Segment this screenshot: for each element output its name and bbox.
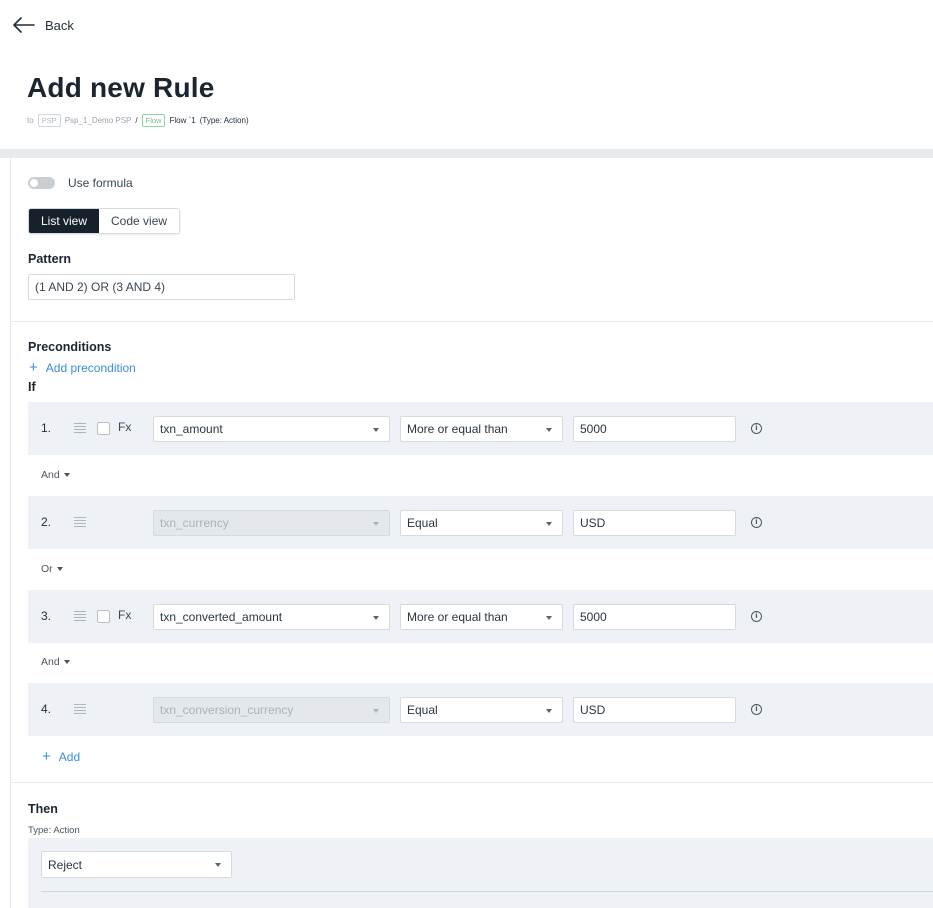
caret-down-icon xyxy=(373,709,379,713)
operator-select[interactable]: Equal xyxy=(400,510,563,536)
then-action-box: Reject xyxy=(28,838,933,908)
pattern-input[interactable] xyxy=(28,274,295,300)
condition-number: 3. xyxy=(41,609,52,623)
then-label: Then xyxy=(28,802,58,816)
value-input[interactable] xyxy=(573,604,736,630)
caret-down-icon xyxy=(63,660,70,664)
breadcrumb-separator: / xyxy=(135,116,138,125)
info-icon[interactable]: i xyxy=(751,517,762,528)
back-label: Back xyxy=(45,17,74,33)
fx-label: Fx xyxy=(118,420,132,434)
field-select: txn_currency xyxy=(153,510,390,536)
operator-select-value: Equal xyxy=(407,703,438,717)
rule-form-card: Use formula List view Code view Pattern … xyxy=(10,158,933,908)
add-condition-label: Add xyxy=(58,750,81,764)
field-select-value: txn_currency xyxy=(160,516,229,530)
join-operator-dropdown[interactable]: And xyxy=(41,656,70,668)
back-button[interactable]: Back xyxy=(13,17,74,33)
operator-select[interactable]: More or equal than xyxy=(400,416,563,442)
join-operator-label: And xyxy=(41,656,60,668)
fx-label: Fx xyxy=(118,608,132,622)
drag-handle-icon[interactable] xyxy=(74,517,86,527)
use-formula-label: Use formula xyxy=(68,176,133,190)
breadcrumb-type: (Type: Action) xyxy=(199,116,249,125)
join-operator-label: And xyxy=(41,469,60,481)
field-select-value: txn_conversion_currency xyxy=(160,703,294,717)
field-select[interactable]: txn_converted_amount xyxy=(153,604,390,630)
operator-select[interactable]: More or equal than xyxy=(400,604,563,630)
flow-tag: Flow xyxy=(141,114,166,127)
use-formula-toggle[interactable] xyxy=(28,177,55,189)
condition-row-4: 4. txn_conversion_currency Equal i xyxy=(28,683,933,736)
value-input[interactable] xyxy=(573,510,736,536)
info-icon[interactable]: i xyxy=(751,704,762,715)
value-input[interactable] xyxy=(573,697,736,723)
breadcrumb-flow-name[interactable]: Flow `1 xyxy=(169,116,195,125)
drag-handle-icon[interactable] xyxy=(74,423,86,433)
condition-number: 1. xyxy=(41,421,52,435)
operator-select-value: More or equal than xyxy=(407,610,508,624)
caret-down-icon xyxy=(546,428,552,432)
caret-down-icon xyxy=(373,616,379,620)
section-divider-band xyxy=(0,149,933,158)
divider xyxy=(11,321,933,322)
code-view-button[interactable]: Code view xyxy=(99,209,180,233)
action-select-value: Reject xyxy=(48,857,83,872)
psp-tag: PSP xyxy=(37,114,61,127)
condition-number: 2. xyxy=(41,515,52,529)
join-operator-dropdown[interactable]: And xyxy=(41,469,70,481)
breadcrumb-psp-name[interactable]: Psp_1_Demo PSP xyxy=(65,116,132,125)
operator-select-value: Equal xyxy=(407,516,438,530)
value-input[interactable] xyxy=(573,416,736,442)
condition-number: 4. xyxy=(41,702,52,716)
drag-handle-icon[interactable] xyxy=(74,704,86,714)
use-formula-row: Use formula xyxy=(28,176,133,190)
divider xyxy=(11,782,933,783)
caret-down-icon xyxy=(215,863,221,867)
pattern-label: Pattern xyxy=(28,252,72,266)
add-condition-button[interactable]: + Add xyxy=(42,748,81,765)
operator-select-value: More or equal than xyxy=(407,422,508,436)
info-icon[interactable]: i xyxy=(751,423,762,434)
caret-down-icon xyxy=(546,616,552,620)
drag-handle-icon[interactable] xyxy=(74,611,86,621)
then-type-label: Type: Action xyxy=(28,825,80,836)
fx-checkbox[interactable] xyxy=(97,422,110,435)
field-select: txn_conversion_currency xyxy=(153,697,390,723)
condition-row-3: 3. Fx txn_converted_amount More or equal… xyxy=(28,590,933,643)
divider xyxy=(41,891,933,892)
field-select-value: txn_amount xyxy=(160,422,223,436)
add-precondition-button[interactable]: + Add precondition xyxy=(29,359,136,376)
caret-down-icon xyxy=(56,567,63,571)
caret-down-icon xyxy=(63,473,70,477)
fx-checkbox[interactable] xyxy=(97,610,110,623)
action-select[interactable]: Reject xyxy=(41,851,232,878)
add-precondition-label: Add precondition xyxy=(45,361,136,375)
field-select[interactable]: txn_amount xyxy=(153,416,390,442)
plus-icon: + xyxy=(42,748,51,765)
condition-row-2: 2. txn_currency Equal i xyxy=(28,496,933,549)
join-operator-label: Or xyxy=(41,563,53,575)
preconditions-label: Preconditions xyxy=(28,340,112,354)
field-select-value: txn_converted_amount xyxy=(160,610,283,624)
caret-down-icon xyxy=(373,522,379,526)
info-icon[interactable]: i xyxy=(751,611,762,622)
list-view-button[interactable]: List view xyxy=(29,209,100,233)
condition-row-1: 1. Fx txn_amount More or equal than i xyxy=(28,402,933,455)
if-label: If xyxy=(28,380,36,394)
caret-down-icon xyxy=(546,522,552,526)
arrow-left-icon xyxy=(13,17,35,33)
join-operator-dropdown[interactable]: Or xyxy=(41,563,63,575)
page-title: Add new Rule xyxy=(27,72,215,103)
breadcrumb-prefix: to xyxy=(27,116,34,125)
breadcrumb: to PSP Psp_1_Demo PSP / Flow Flow `1 (Ty… xyxy=(27,114,249,127)
operator-select[interactable]: Equal xyxy=(400,697,563,723)
caret-down-icon xyxy=(373,428,379,432)
caret-down-icon xyxy=(546,709,552,713)
view-toggle: List view Code view xyxy=(28,208,181,234)
plus-icon: + xyxy=(29,359,38,376)
